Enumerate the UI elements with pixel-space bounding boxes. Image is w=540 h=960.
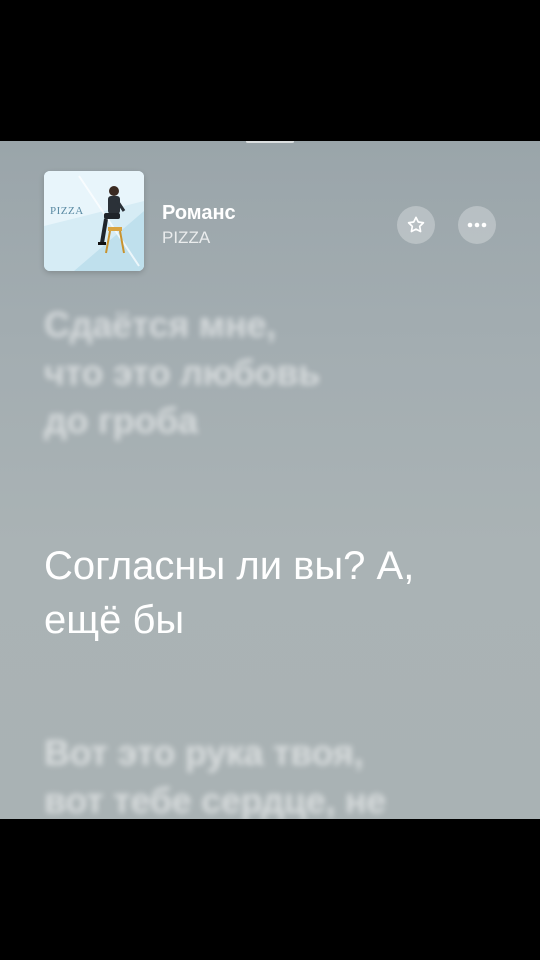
- lyric-line: вот тебе сердце, не: [44, 780, 387, 819]
- album-artwork-image: [44, 171, 144, 271]
- top-black-bar: [0, 0, 540, 141]
- lyric-line: что это любовь: [44, 352, 321, 393]
- lyrics-player-sheet: PIZZA Романс PIZZA Сдаётся мне, что это …: [0, 141, 540, 819]
- artwork-label: PIZZA: [50, 205, 84, 217]
- favorite-button[interactable]: [397, 206, 435, 244]
- bottom-black-bar: [0, 819, 540, 960]
- phone-screen: PIZZA Романс PIZZA Сдаётся мне, что это …: [0, 0, 540, 960]
- lyric-line: до гроба: [44, 400, 198, 441]
- lyric-line-current: ещё бы: [44, 598, 185, 642]
- ellipsis-icon: [467, 222, 487, 228]
- lyric-previous[interactable]: Сдаётся мне, что это любовь до гроба: [44, 301, 320, 445]
- lyric-current[interactable]: Согласны ли вы? А, ещё бы: [44, 539, 414, 647]
- track-artist[interactable]: PIZZA: [162, 227, 236, 249]
- star-icon: [407, 216, 425, 233]
- more-options-button[interactable]: [458, 206, 496, 244]
- album-artwork[interactable]: PIZZA: [44, 171, 144, 271]
- sheet-grabber-handle[interactable]: [246, 141, 294, 143]
- lyric-line: Сдаётся мне,: [44, 304, 276, 345]
- lyric-next[interactable]: Вот это рука твоя, вот тебе сердце, не: [44, 729, 386, 819]
- lyric-line-current: Согласны ли вы? А,: [44, 544, 415, 588]
- track-info[interactable]: Романс PIZZA: [162, 201, 236, 249]
- track-title: Романс: [162, 202, 236, 224]
- lyric-line: Вот это рука твоя,: [44, 732, 364, 773]
